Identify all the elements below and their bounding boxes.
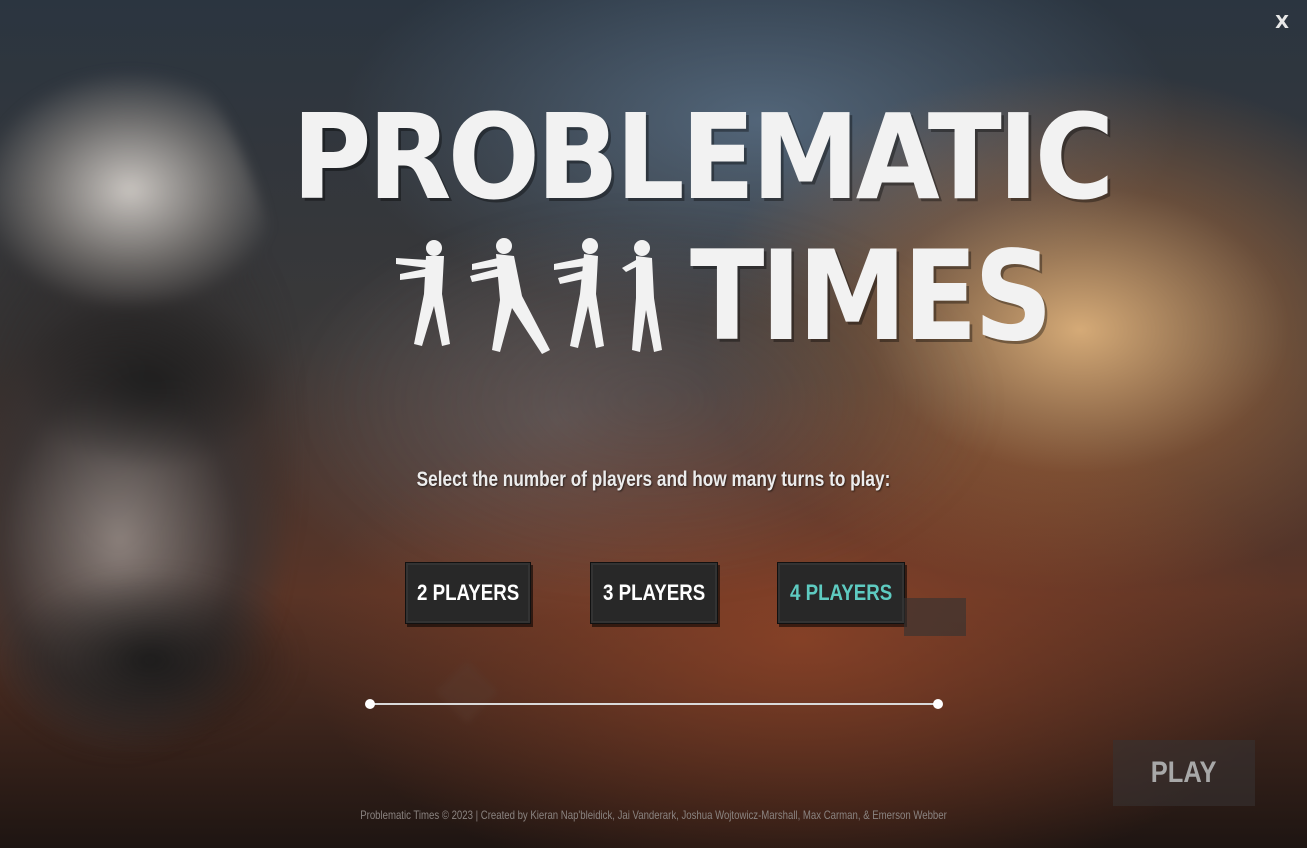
- play-button[interactable]: PLAY: [1113, 740, 1255, 806]
- play-button-label: PLAY: [1151, 756, 1217, 789]
- slider-max-handle[interactable]: [933, 699, 943, 709]
- two-players-label: 2 PLAYERS: [416, 580, 520, 605]
- background-soldier-mask: [0, 560, 300, 760]
- turns-slider[interactable]: [365, 660, 945, 724]
- button-shadow: [904, 598, 966, 636]
- main-menu-screen: X PROBLEMATIC TIMES Select the number of: [0, 0, 1307, 848]
- credits-footer: Problematic Times © 2023 | Created by Ki…: [360, 808, 947, 822]
- slider-min-handle[interactable]: [365, 699, 375, 709]
- close-button[interactable]: X: [1275, 12, 1289, 33]
- game-title-line-1: PROBLEMATIC: [292, 88, 1114, 226]
- four-players-button[interactable]: 4 PLAYERS: [777, 562, 905, 624]
- game-title-line-2: TIMES: [690, 225, 1053, 369]
- player-select-prompt: Select the number of players and how man…: [416, 468, 891, 491]
- two-players-button[interactable]: 2 PLAYERS: [405, 562, 531, 624]
- zombie-silhouettes-icon: [396, 238, 662, 354]
- slider-track: [369, 703, 941, 705]
- slider-thumb-shadow: [435, 660, 499, 724]
- four-players-label: 4 PLAYERS: [789, 580, 893, 605]
- three-players-label: 3 PLAYERS: [602, 580, 706, 605]
- three-players-button[interactable]: 3 PLAYERS: [590, 562, 718, 624]
